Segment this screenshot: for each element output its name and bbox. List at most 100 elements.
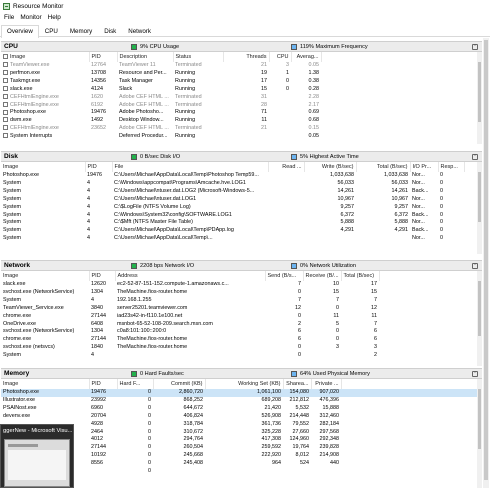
col-total[interactable]: Total (B/sec) xyxy=(341,271,380,281)
table-row[interactable]: svchost.exe (NetworkService) 1304 TheMachi… xyxy=(1,289,482,297)
checkbox-icon[interactable] xyxy=(3,133,8,139)
table-row[interactable]: svchost.exe (netsvcs) 1840 TheMachine.fios… xyxy=(1,344,482,352)
tab-memory[interactable]: Memory xyxy=(64,25,98,37)
table-row[interactable]: OneDrive.exe 6408 msnbot-65-52-108-209.sea… xyxy=(1,321,482,329)
table-row[interactable]: slack.exe 12620 ec2-52-87-151-152.compute-… xyxy=(1,281,482,289)
table-row[interactable]: System 4 C:\Users\Michael\ntuser.dat.LOG2 … xyxy=(1,188,482,196)
col-threads[interactable]: Threads xyxy=(223,52,270,62)
table-row[interactable]: chrome.exe 27144 iad23s42-in-f110.1e100.ne… xyxy=(1,313,482,321)
table-row[interactable]: slack.exe 4124 Slack Running 15 0 0.28 xyxy=(1,86,482,94)
main-scrollbar-thumb[interactable] xyxy=(484,40,488,480)
table-row[interactable]: System 4 C:\Windows\appcompat\Programs\Amc… xyxy=(1,180,482,188)
col-address[interactable]: Address xyxy=(115,271,266,281)
table-row[interactable]: Photoshop.exe 19476 0 2,860,720 1,061,100 154… xyxy=(1,389,482,397)
table-row[interactable]: CEFHtmlEngine.exe 6192 Adobe CEF HTML ... T… xyxy=(1,102,482,110)
table-row[interactable]: TeamViewer.exe 12764 TeamViewer 11 Terminat… xyxy=(1,62,482,70)
table-row[interactable]: CEFHtmlEngine.exe 23652 Adobe CEF HTML ...… xyxy=(1,125,482,133)
col-image[interactable]: Image xyxy=(1,162,86,172)
table-row[interactable]: perfmon.exe 13708 Resource and Per... Runni… xyxy=(1,70,482,78)
table-row[interactable]: PSAINost.exe 6960 0 644,672 21,420 5,532 15,88… xyxy=(1,405,482,413)
table-row[interactable]: dwm.exe 1492 Desktop Window... Running 11 0.6… xyxy=(1,117,482,125)
tab-cpu[interactable]: CPU xyxy=(39,25,64,37)
table-row[interactable]: System Interrupts Deferred Procedur... Run… xyxy=(1,133,482,141)
col-pid[interactable]: PID xyxy=(89,52,118,62)
table-row[interactable]: Illustrator.exe 23992 0 868,252 689,208 212,8… xyxy=(1,397,482,405)
checkbox-icon[interactable] xyxy=(3,125,8,131)
col-io-priority[interactable]: I/O Pr... xyxy=(410,162,439,172)
memory-scrollbar[interactable] xyxy=(477,379,482,488)
cpu-scrollbar[interactable] xyxy=(477,52,482,144)
cpu-usage-text: 9% CPU Usage xyxy=(140,43,180,50)
col-write[interactable]: Write (B/sec) xyxy=(304,162,357,172)
col-read[interactable]: Read ... xyxy=(268,162,305,172)
checkbox-icon[interactable] xyxy=(3,93,8,99)
network-scrollbar[interactable] xyxy=(477,271,482,366)
col-cpu[interactable]: CPU xyxy=(269,52,292,62)
col-image[interactable]: Image xyxy=(1,271,90,281)
col-receive[interactable]: Receive (B/... xyxy=(303,271,342,281)
main-scrollbar[interactable] xyxy=(483,38,489,488)
table-row[interactable]: System 4 C:\Users\Michael\AppData\Local\Te… xyxy=(1,227,482,235)
col-description[interactable]: Description xyxy=(117,52,174,62)
tab-network[interactable]: Network xyxy=(122,25,157,37)
memory-header[interactable]: Memory 0 Hard Faults/sec 64% Used Physic… xyxy=(1,368,482,379)
col-commit[interactable]: Commit (KB) xyxy=(153,379,206,389)
taskbar-preview[interactable]: ggerNew - Microsoft Visu... xyxy=(0,424,74,488)
menu-monitor[interactable]: Monitor xyxy=(20,14,41,24)
collapse-chevron-icon[interactable]: ⌃ xyxy=(472,154,478,160)
menu-file[interactable]: File xyxy=(4,14,14,24)
table-row[interactable]: System 4 C:\Users\Michael\AppData\Local\Te… xyxy=(1,235,482,243)
col-status[interactable]: Status xyxy=(173,52,224,62)
table-row[interactable]: devenv.exe 20704 0 406,824 526,908 214,448 312… xyxy=(1,413,482,421)
checkbox-icon[interactable] xyxy=(3,101,8,107)
checkbox-icon[interactable] xyxy=(3,77,8,83)
checkbox-icon[interactable] xyxy=(3,54,8,60)
table-row[interactable]: System 4 C:\Windows\System32\config\SOFTWA… xyxy=(1,212,482,220)
table-row[interactable]: System 4 C:\$Mft (NTFS Master File Table) 5… xyxy=(1,219,482,227)
collapse-chevron-icon[interactable]: ⌃ xyxy=(472,44,478,50)
table-row[interactable]: Taskmgr.exe 14356 Task Manager Running 17 0 0.… xyxy=(1,78,482,86)
col-image[interactable]: Image xyxy=(1,52,90,62)
col-pid[interactable]: PID xyxy=(85,162,113,172)
table-row[interactable]: chrome.exe 27144 TheMachine.fios-router.ho… xyxy=(1,336,482,344)
col-hard-faults[interactable]: Hard F... xyxy=(117,379,154,389)
col-image[interactable]: Image xyxy=(1,379,90,389)
col-send[interactable]: Send (B/s... xyxy=(265,271,304,281)
disk-scrollbar[interactable] xyxy=(477,162,482,254)
table-row[interactable]: System 4 C:\$LogFile (NTFS Volume Log) 9,25… xyxy=(1,204,482,212)
checkbox-icon[interactable] xyxy=(3,62,8,68)
disk-header[interactable]: Disk 0 B/sec Disk I/O 5% Highest Active … xyxy=(1,151,482,162)
tab-disk[interactable]: Disk xyxy=(98,25,122,37)
checkbox-icon[interactable] xyxy=(3,69,8,75)
table-row[interactable]: svchost.exe (NetworkService) 1304 c0a8:101… xyxy=(1,328,482,336)
cell-text: 0 xyxy=(336,336,339,343)
col-average[interactable]: Averag... xyxy=(291,52,322,62)
network-header[interactable]: Network 2208 bps Network I/O 0% Network … xyxy=(1,260,482,271)
menu-help[interactable]: Help xyxy=(48,14,61,24)
table-row[interactable]: Photoshop.exe 19476 Adobe Photosho... Runni… xyxy=(1,109,482,117)
tab-overview[interactable]: Overview xyxy=(1,25,39,38)
collapse-chevron-icon[interactable]: ⌃ xyxy=(472,371,478,377)
col-pid[interactable]: PID xyxy=(89,271,116,281)
taskbar-preview-thumbnail[interactable] xyxy=(4,439,70,487)
table-row[interactable]: TeamViewer_Service.exe 3840 server25201.te… xyxy=(1,305,482,313)
checkbox-icon[interactable] xyxy=(3,85,8,91)
table-cell: 214,908 xyxy=(311,452,341,460)
collapse-chevron-icon[interactable]: ⌃ xyxy=(472,263,478,269)
table-row[interactable]: Photoshop.exe 19476 C:\Users\Michael\AppDa… xyxy=(1,172,482,180)
table-row[interactable]: CEFHtmlEngine.exe 1620 Adobe CEF HTML ... T… xyxy=(1,94,482,102)
checkbox-icon[interactable] xyxy=(3,109,8,115)
cpu-header[interactable]: CPU 9% CPU Usage 119% Maximum Frequency … xyxy=(1,41,482,52)
checkbox-icon[interactable] xyxy=(3,117,8,123)
col-file[interactable]: File xyxy=(112,162,269,172)
col-private[interactable]: Private ... xyxy=(311,379,342,389)
table-cell: 0 xyxy=(117,468,153,476)
col-working-set[interactable]: Working Set (KB) xyxy=(205,379,284,389)
col-response[interactable]: Resp... xyxy=(438,162,465,172)
table-row[interactable]: System 4 0 2 xyxy=(1,352,482,360)
col-pid[interactable]: PID xyxy=(89,379,118,389)
table-row[interactable]: System 4 C:\Users\Michael\ntuser.dat.LOG1 1… xyxy=(1,196,482,204)
col-shareable[interactable]: Sharea... xyxy=(283,379,312,389)
table-row[interactable]: System 4 192.168.1.255 7 7 7 xyxy=(1,297,482,305)
col-total[interactable]: Total (B/sec) xyxy=(356,162,411,172)
